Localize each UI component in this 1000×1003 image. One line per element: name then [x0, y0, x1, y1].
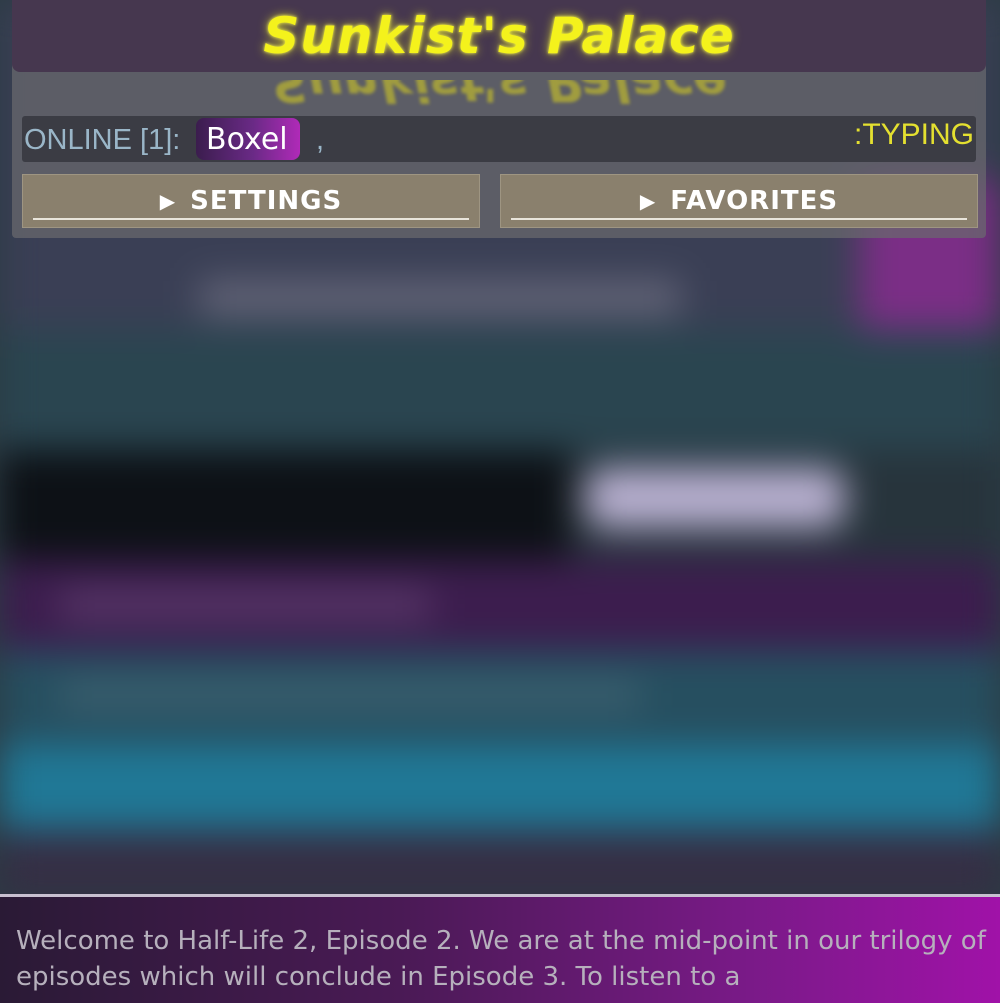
message-bar: Welcome to Half-Life 2, Episode 2. We ar…	[0, 894, 1000, 1003]
favorites-button-label: FAVORITES	[670, 186, 839, 216]
online-count-label: ONLINE [1]:	[24, 124, 181, 156]
settings-button-label: SETTINGS	[190, 186, 343, 216]
header-panel: Sunkist's Palace Sunkist's Palace ONLINE…	[12, 0, 986, 238]
expand-triangle-icon: ▶	[639, 189, 657, 213]
online-user-chip[interactable]: Boxel	[196, 118, 300, 160]
title-reflection-text: Sunkist's Palace	[271, 80, 727, 112]
user-separator: ,	[316, 124, 325, 156]
settings-button[interactable]: ▶ SETTINGS	[22, 174, 480, 228]
expand-triangle-icon: ▶	[159, 189, 177, 213]
title-reflection: Sunkist's Palace	[12, 80, 986, 112]
title-bar: Sunkist's Palace	[12, 0, 986, 72]
favorites-button[interactable]: ▶ FAVORITES	[500, 174, 978, 228]
online-users-bar: ONLINE [1]: Boxel , :TYPING	[22, 116, 976, 162]
page-title: Sunkist's Palace	[263, 7, 735, 65]
message-text: Welcome to Half-Life 2, Episode 2. We ar…	[16, 926, 986, 992]
typing-indicator: :TYPING	[853, 118, 974, 151]
